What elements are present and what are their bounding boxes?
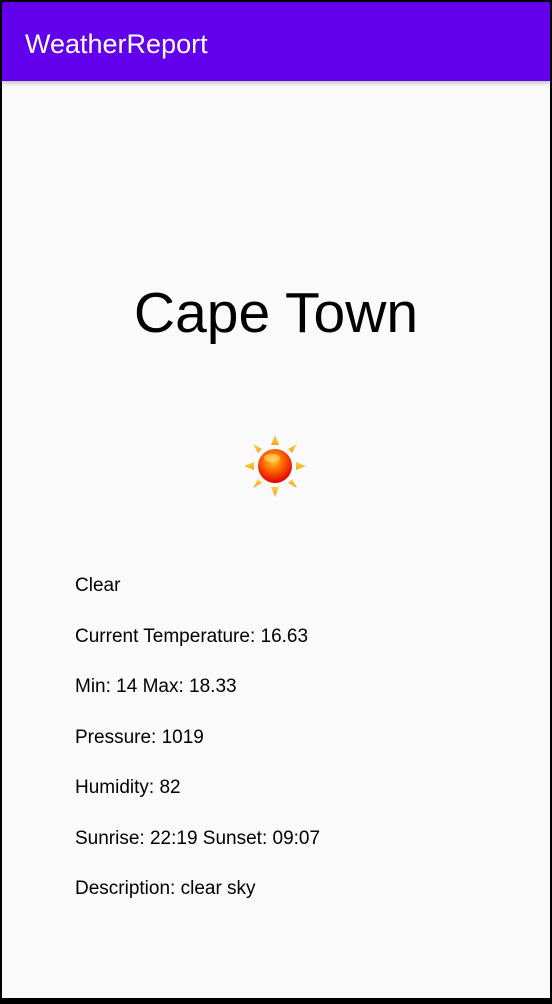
sun-icon	[242, 433, 308, 499]
weather-details: Clear Current Temperature: 16.63 Min: 14…	[75, 571, 320, 925]
current-temperature: Current Temperature: 16.63	[75, 625, 309, 647]
weather-condition: Clear	[75, 575, 121, 596]
app-screen: WeatherReport Cape Town Clear Current Te…	[2, 2, 550, 998]
app-title: WeatherReport	[25, 29, 208, 59]
min-max-temperature: Min: 14 Max: 18.33	[75, 676, 237, 697]
pressure: Pressure: 1019	[75, 726, 204, 748]
app-bar: WeatherReport	[2, 2, 550, 81]
humidity: Humidity: 82	[75, 777, 181, 798]
weather-description: Description: clear sky	[75, 878, 256, 899]
city-name: Cape Town	[133, 281, 419, 345]
sunrise-sunset: Sunrise: 22:19 Sunset: 09:07	[75, 827, 321, 849]
